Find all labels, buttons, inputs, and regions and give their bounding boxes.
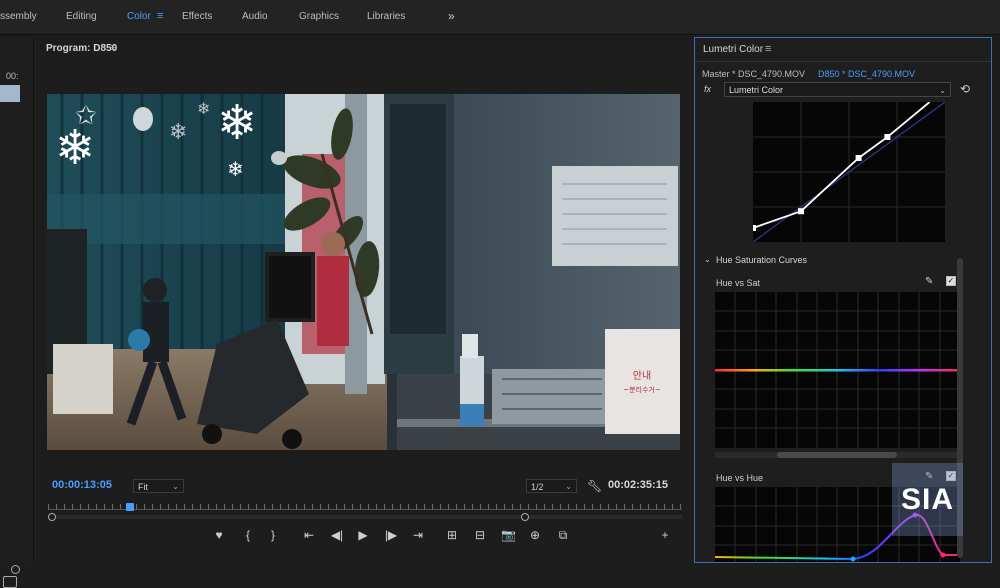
wrench-icon[interactable]: 🔧︎ bbox=[587, 479, 602, 493]
mark-out-icon[interactable]: } bbox=[266, 528, 280, 542]
svg-text:❄: ❄ bbox=[217, 95, 257, 151]
hue-sat-line[interactable] bbox=[715, 369, 960, 372]
clip-thumbnail[interactable] bbox=[0, 85, 20, 102]
time-ruler[interactable] bbox=[48, 501, 682, 511]
export-icon[interactable] bbox=[3, 576, 17, 588]
mark-in-icon[interactable]: { bbox=[241, 528, 255, 542]
fit-value: Fit bbox=[138, 482, 148, 492]
rgb-curves-graph[interactable] bbox=[750, 101, 946, 243]
video-image: 안내 ~분리수거~ ❄ ❄ ❄ ✩ ❄ ❄ bbox=[47, 94, 680, 450]
add-marker-icon[interactable]: ♥ bbox=[212, 528, 226, 542]
checkbox-checked-icon[interactable]: ✓ bbox=[946, 276, 956, 286]
svg-text:❄: ❄ bbox=[227, 157, 244, 181]
go-to-out-icon[interactable]: ⇥ bbox=[411, 528, 425, 542]
effect-value: Lumetri Color bbox=[729, 85, 784, 95]
video-frame[interactable]: 안내 ~분리수거~ ❄ ❄ ❄ ✩ ❄ ❄ bbox=[47, 94, 680, 450]
hue-vs-sat-graph[interactable] bbox=[715, 292, 960, 448]
program-title: Program: D850 bbox=[46, 43, 118, 54]
add-button-icon[interactable]: + bbox=[658, 528, 672, 542]
play-icon[interactable]: ▶ bbox=[356, 528, 370, 542]
zoom-end-handle[interactable] bbox=[521, 513, 529, 521]
luma-curve[interactable] bbox=[752, 101, 931, 229]
svg-text:❄: ❄ bbox=[169, 120, 187, 145]
svg-text:❄: ❄ bbox=[197, 99, 210, 118]
svg-text:✩: ✩ bbox=[75, 101, 97, 131]
compare-view-icon[interactable]: ⊕ bbox=[528, 528, 542, 542]
watermark-logo: SIA bbox=[892, 463, 963, 536]
curve-point[interactable] bbox=[850, 556, 856, 562]
program-monitor: Program: D850 ≡ 안내 ~분리수거~ ❄ ❄ ❄ ✩ ❄ ❄ 00… bbox=[34, 38, 692, 563]
zoom-start-handle[interactable] bbox=[48, 513, 56, 521]
panel-menu-icon[interactable]: ≡ bbox=[110, 42, 116, 54]
curve-control-point[interactable] bbox=[884, 134, 891, 140]
overwrite-icon[interactable]: ⊟ bbox=[473, 528, 487, 542]
go-to-in-icon[interactable]: ⇤ bbox=[302, 528, 316, 542]
chevron-down-icon: ⌄ bbox=[939, 86, 946, 95]
duration-timecode: 00:02:35:15 bbox=[608, 479, 668, 491]
curve-control-point[interactable] bbox=[798, 208, 804, 215]
current-timecode[interactable]: 00:00:13:05 bbox=[52, 479, 112, 491]
tab-effects[interactable]: Effects bbox=[182, 11, 212, 22]
chevron-down-icon: ⌄ bbox=[172, 482, 179, 491]
scroll-thumb[interactable] bbox=[777, 452, 897, 458]
export-frame-icon[interactable]: 📷 bbox=[501, 528, 516, 542]
chevron-down-icon[interactable]: ⌄ bbox=[704, 255, 711, 264]
tab-assembly[interactable]: ssembly bbox=[0, 11, 37, 22]
sequence-clip-tab[interactable]: D850 * DSC_4790.MOV bbox=[818, 69, 915, 79]
tab-libraries[interactable]: Libraries bbox=[367, 11, 405, 22]
graph-scrollbar[interactable] bbox=[715, 452, 960, 458]
left-panel: 00: bbox=[0, 38, 34, 588]
tab-audio[interactable]: Audio bbox=[242, 11, 268, 22]
effect-select[interactable]: Lumetri Color ⌄ bbox=[724, 82, 951, 97]
divider bbox=[695, 61, 991, 62]
master-clip-tab[interactable]: Master * DSC_4790.MOV bbox=[702, 69, 805, 79]
curve-point[interactable] bbox=[940, 552, 946, 558]
curve-svg bbox=[750, 101, 946, 243]
fx-icon: fx bbox=[704, 84, 712, 94]
zoom-scrollbar[interactable] bbox=[48, 515, 682, 519]
tab-editing[interactable]: Editing bbox=[66, 11, 97, 22]
hue-sat-section-title[interactable]: Hue Saturation Curves bbox=[716, 255, 807, 265]
fit-dropdown[interactable]: Fit ⌄ bbox=[133, 479, 184, 493]
workspace-menu-icon[interactable]: ≡ bbox=[157, 10, 163, 22]
hue-vs-hue-label: Hue vs Hue bbox=[716, 473, 764, 483]
panel-menu-icon[interactable]: ≡ bbox=[765, 43, 771, 55]
lumetri-title: Lumetri Color bbox=[703, 44, 764, 55]
step-forward-icon[interactable]: |▶ bbox=[384, 528, 398, 542]
resolution-dropdown[interactable]: 1/2 ⌄ bbox=[526, 479, 577, 493]
double-chevron-right-icon[interactable]: » bbox=[448, 9, 455, 23]
curve-control-point[interactable] bbox=[750, 225, 756, 231]
chevron-down-icon: ⌄ bbox=[565, 482, 572, 491]
resolution-value: 1/2 bbox=[531, 482, 544, 492]
insert-icon[interactable]: ⊞ bbox=[445, 528, 459, 542]
source-time: 00: bbox=[6, 71, 19, 81]
playhead[interactable] bbox=[126, 503, 135, 511]
workspace-bar: ssembly Editing Color ≡ Effects Audio Gr… bbox=[0, 0, 1000, 35]
multicam-icon[interactable]: ⧉ bbox=[556, 528, 570, 543]
sign-title: 안내 bbox=[633, 370, 651, 382]
eyedropper-icon[interactable]: ✎ bbox=[925, 276, 933, 287]
tab-graphics[interactable]: Graphics bbox=[299, 11, 339, 22]
sign-subtitle: ~분리수거~ bbox=[623, 385, 661, 394]
zoom-handle-icon[interactable] bbox=[11, 565, 20, 574]
hue-vs-sat-label: Hue vs Sat bbox=[716, 278, 761, 288]
reset-icon[interactable]: ⟲ bbox=[960, 82, 970, 96]
hue-vs-sat-svg bbox=[715, 292, 960, 448]
step-back-icon[interactable]: ◀| bbox=[330, 528, 344, 542]
tab-color[interactable]: Color bbox=[127, 11, 151, 22]
curve-control-point[interactable] bbox=[855, 155, 862, 161]
